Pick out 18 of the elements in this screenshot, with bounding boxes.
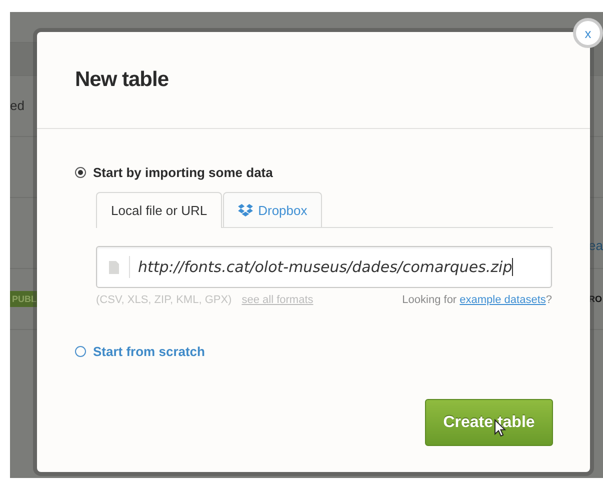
url-field[interactable]: http://fonts.cat/olot-museus/dades/comarques.zip xyxy=(96,246,552,288)
option-label[interactable]: Start from scratch xyxy=(93,344,205,359)
examples-hint: Looking for example datasets? xyxy=(402,294,552,306)
field-value: http://fonts.cat/olot-museus/dades/comarques.zip xyxy=(138,258,512,276)
see-all-formats-link[interactable]: see all formats xyxy=(242,294,314,306)
background-text: ed xyxy=(10,98,24,113)
status-badge: PUBL xyxy=(10,291,38,307)
option-label[interactable]: Start by importing some data xyxy=(93,165,273,180)
file-icon xyxy=(109,260,119,274)
radio-button[interactable] xyxy=(75,167,86,178)
dropbox-icon xyxy=(238,204,254,216)
tab[interactable]: Local file or URL xyxy=(96,192,222,228)
dialog-title: New table xyxy=(75,68,169,92)
formats-hint: (CSV, XLS, ZIP, KML, GPX) xyxy=(96,294,232,306)
example-datasets-link[interactable]: example datasets xyxy=(460,294,546,306)
tab[interactable]: Dropbox xyxy=(223,192,322,227)
create-table-button[interactable]: Create table xyxy=(425,399,553,446)
radio-button[interactable] xyxy=(75,346,86,357)
